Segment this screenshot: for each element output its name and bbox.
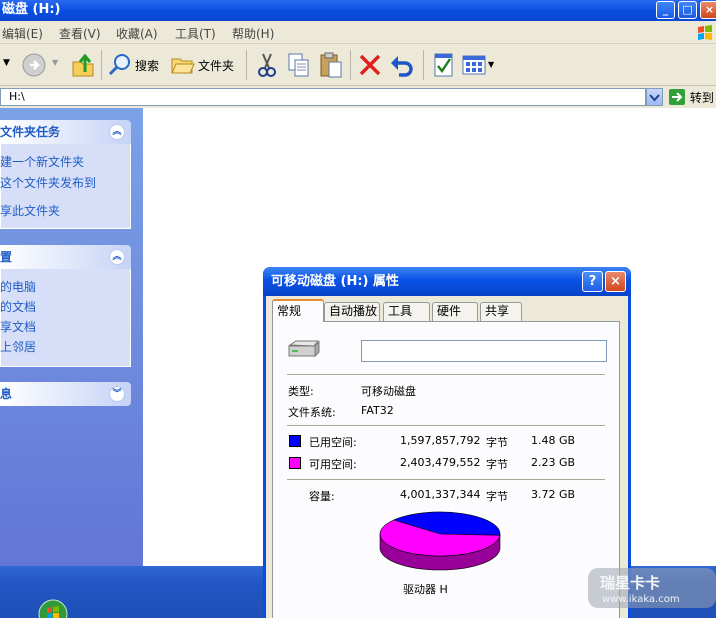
window-title-bar: 磁盘 (H:) _ □ × bbox=[0, 0, 716, 21]
type-label: 类型: bbox=[288, 385, 314, 398]
free-space-bytes: 2,403,479,552 bbox=[400, 456, 481, 469]
drive-label: 驱动器 H bbox=[403, 583, 448, 596]
forward-dropdown-arrow-icon[interactable]: ▼ bbox=[52, 58, 58, 67]
type-value: 可移动磁盘 bbox=[361, 385, 416, 398]
other-places-header[interactable]: 置 ︽ bbox=[0, 245, 131, 269]
address-dropdown-button[interactable] bbox=[646, 88, 663, 106]
minimize-button[interactable]: _ bbox=[656, 1, 675, 19]
capacity-unit: 字节 bbox=[486, 490, 508, 503]
other-places-title: 置 bbox=[0, 250, 13, 264]
window-title: 磁盘 (H:) bbox=[2, 2, 61, 17]
toolbar-separator bbox=[350, 50, 351, 80]
undo-icon[interactable] bbox=[389, 53, 415, 77]
maximize-button[interactable]: □ bbox=[678, 1, 697, 19]
forward-button[interactable] bbox=[22, 53, 46, 77]
used-space-swatch bbox=[289, 435, 301, 447]
tab-hardware[interactable]: 硬件 bbox=[432, 302, 478, 321]
cut-icon[interactable] bbox=[256, 52, 278, 78]
close-button[interactable]: × bbox=[700, 1, 716, 19]
task-link-share-folder[interactable]: 享此文件夹 bbox=[0, 202, 60, 219]
folders-button[interactable]: 文件夹 bbox=[198, 57, 234, 74]
place-link-my-computer[interactable]: 的电脑 bbox=[0, 278, 36, 295]
views-dropdown-arrow-icon[interactable]: ▼ bbox=[488, 60, 494, 69]
used-space-bytes: 1,597,857,792 bbox=[400, 434, 481, 447]
capacity-size: 3.72 GB bbox=[531, 488, 576, 501]
free-space-size: 2.23 GB bbox=[531, 456, 576, 469]
divider bbox=[287, 425, 605, 427]
search-icon[interactable] bbox=[107, 52, 133, 78]
up-folder-button[interactable] bbox=[71, 52, 95, 78]
start-logo-icon[interactable] bbox=[37, 596, 69, 618]
go-arrow-icon bbox=[669, 89, 685, 105]
used-space-label: 已用空间: bbox=[309, 436, 357, 449]
tab-sharing[interactable]: 共享 bbox=[480, 302, 522, 321]
dialog-title: 可移动磁盘 (H:) 属性 bbox=[271, 274, 400, 289]
place-link-my-documents[interactable]: 的文档 bbox=[0, 298, 36, 315]
used-space-unit: 字节 bbox=[486, 436, 508, 449]
file-tasks-title: 文件夹任务 bbox=[0, 125, 61, 139]
windows-logo-icon bbox=[698, 25, 712, 40]
file-tasks-header[interactable]: 文件夹任务 ︽ bbox=[0, 120, 131, 144]
chevron-down-icon bbox=[649, 94, 660, 102]
removable-drive-icon bbox=[288, 340, 320, 358]
folders-icon[interactable] bbox=[171, 53, 195, 77]
place-link-shared-documents[interactable]: 享文档 bbox=[0, 318, 36, 335]
dialog-close-button[interactable]: × bbox=[605, 271, 626, 292]
disk-usage-pie bbox=[379, 511, 501, 571]
free-space-label: 可用空间: bbox=[309, 458, 357, 471]
divider bbox=[287, 479, 605, 481]
search-button[interactable]: 搜索 bbox=[135, 57, 159, 74]
address-value: H:\ bbox=[9, 90, 25, 103]
task-link-new-folder[interactable]: 建一个新文件夹 bbox=[0, 153, 84, 170]
used-space-size: 1.48 GB bbox=[531, 434, 576, 447]
collapse-chevron-icon[interactable]: ︽ bbox=[109, 124, 125, 140]
task-link-publish-folder[interactable]: 这个文件夹发布到 bbox=[0, 174, 96, 191]
details-header[interactable]: 息 ︾ bbox=[0, 382, 131, 406]
tab-autoplay[interactable]: 自动播放 bbox=[324, 302, 380, 321]
delete-icon[interactable] bbox=[358, 53, 382, 77]
back-dropdown-arrow-icon[interactable]: ▼ bbox=[3, 58, 10, 68]
ikaka-watermark-logo: 瑞星卡卡 www.ikaka.com bbox=[588, 568, 716, 608]
file-system-value: FAT32 bbox=[361, 404, 394, 417]
menu-help[interactable]: 帮助(H) bbox=[232, 25, 274, 42]
address-input[interactable]: H:\ bbox=[0, 88, 646, 106]
menu-edit[interactable]: 编辑(E) bbox=[2, 25, 43, 42]
collapse-chevron-icon[interactable]: ︽ bbox=[109, 249, 125, 265]
volume-label-input[interactable] bbox=[361, 340, 607, 362]
capacity-bytes: 4,001,337,344 bbox=[400, 488, 481, 501]
free-space-swatch bbox=[289, 457, 301, 469]
svg-text:瑞星卡卡: 瑞星卡卡 bbox=[600, 574, 660, 592]
tab-tools[interactable]: 工具 bbox=[383, 302, 430, 321]
file-system-label: 文件系统: bbox=[288, 406, 336, 419]
copy-icon[interactable] bbox=[287, 52, 311, 78]
place-link-network-places[interactable]: 上邻居 bbox=[0, 338, 36, 355]
free-space-unit: 字节 bbox=[486, 458, 508, 471]
properties-icon[interactable] bbox=[432, 52, 456, 78]
details-title: 息 bbox=[0, 387, 13, 401]
divider bbox=[287, 374, 605, 376]
menu-bar bbox=[0, 21, 716, 44]
menu-view[interactable]: 查看(V) bbox=[59, 25, 101, 42]
capacity-label: 容量: bbox=[309, 490, 335, 503]
go-label: 转到 bbox=[689, 91, 714, 105]
views-icon[interactable] bbox=[461, 53, 487, 77]
tab-general[interactable]: 常规 bbox=[272, 299, 324, 322]
toolbar-separator bbox=[101, 50, 102, 80]
toolbar-separator bbox=[246, 50, 247, 80]
expand-chevron-icon[interactable]: ︾ bbox=[109, 386, 125, 402]
paste-icon[interactable] bbox=[318, 51, 344, 79]
go-button[interactable]: 转到 bbox=[668, 88, 716, 106]
svg-text:www.ikaka.com: www.ikaka.com bbox=[602, 594, 680, 605]
toolbar-separator bbox=[423, 50, 424, 80]
dialog-help-button[interactable]: ? bbox=[582, 271, 603, 292]
menu-tools[interactable]: 工具(T) bbox=[175, 25, 216, 42]
dialog-title-bar: 可移动磁盘 (H:) 属性 bbox=[263, 267, 631, 296]
menu-favorites[interactable]: 收藏(A) bbox=[116, 25, 158, 42]
